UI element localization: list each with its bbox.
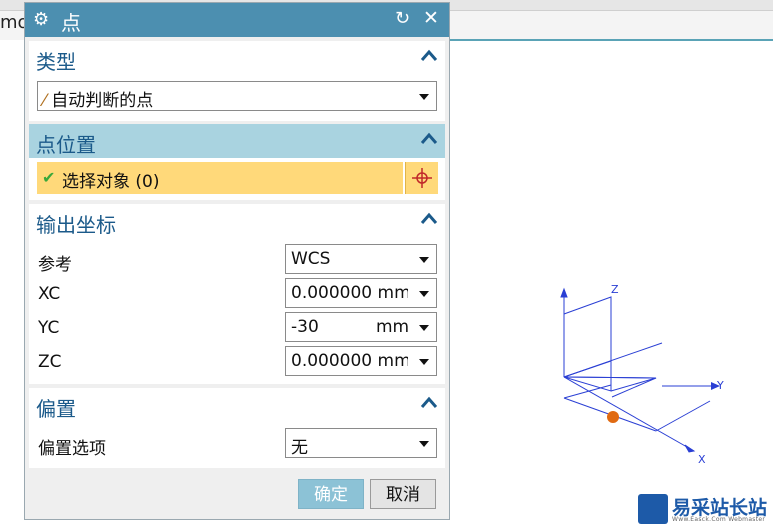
collapse-caret-icon[interactable] [419, 209, 439, 229]
select-object-label: 选择对象 (0) [62, 172, 160, 192]
offset-option-label: 偏置选项 [38, 439, 106, 459]
point-type-select[interactable]: ⁄ 自动判断的点 [37, 81, 437, 111]
gear-icon: ⚙ [33, 9, 50, 30]
dropdown-arrow-icon [419, 291, 429, 297]
section-output-coords: 输出坐标 参考 WCS XC 0.000000 mm YC -30 mm ZC … [29, 204, 445, 384]
point-type-value: 自动判断的点 [51, 91, 154, 111]
dialog-title: 点 [61, 11, 81, 35]
dropdown-arrow-icon [419, 94, 429, 100]
collapse-caret-icon[interactable] [419, 46, 439, 66]
xc-field[interactable]: 0.000000 mm [285, 278, 437, 308]
yz-plane [563, 296, 612, 378]
point-constructor-button[interactable] [405, 162, 438, 194]
zc-label: ZC [38, 352, 62, 372]
reference-value: WCS [291, 249, 331, 269]
watermark: 易采站长站 Www.Easck.Com Webmaster [638, 492, 773, 526]
section-offset-title: 偏置 [36, 397, 76, 421]
yc-value: -30 [291, 317, 319, 337]
dropdown-arrow-icon [419, 257, 429, 263]
section-type: 类型 ⁄ 自动判断的点 [29, 41, 445, 121]
collapse-caret-icon[interactable] [419, 393, 439, 413]
x-axis-line [563, 376, 695, 452]
z-axis-label: Z [611, 283, 619, 296]
dropdown-arrow-icon [419, 325, 429, 331]
section-point-location-title: 点位置 [36, 133, 96, 157]
reference-label: 参考 [38, 255, 72, 275]
offset-option-value: 无 [291, 438, 308, 458]
cancel-button[interactable]: 取消 [370, 479, 436, 509]
section-type-header[interactable]: 类型 [29, 41, 445, 75]
section-point-location-header[interactable]: 点位置 [29, 124, 445, 158]
section-output-coords-header[interactable]: 输出坐标 [29, 204, 445, 238]
select-object-row[interactable]: ✔ 选择对象 (0) [37, 162, 403, 194]
close-icon[interactable]: ✕ [423, 7, 439, 29]
dropdown-arrow-icon [419, 441, 429, 447]
yc-field[interactable]: -30 mm [285, 312, 437, 342]
z-axis-arrow [560, 287, 568, 298]
section-offset-header[interactable]: 偏置 [29, 388, 445, 422]
offset-option-select[interactable]: 无 [285, 428, 437, 458]
plane-line [563, 384, 612, 399]
zc-value: 0.000000 mm [291, 351, 411, 371]
section-output-coords-title: 输出坐标 [36, 213, 116, 237]
watermark-logo-icon [638, 494, 668, 524]
plane-line-c [655, 400, 711, 432]
point-dialog: ⚙ 点 ↻ ✕ 类型 ⁄ 自动判断的点 点位置 ✔ 选择对象 (0) 输出坐标 … [24, 2, 450, 520]
section-point-location: 点位置 ✔ 选择对象 (0) [29, 124, 445, 200]
xc-value: 0.000000 mm [291, 283, 411, 303]
point-type-icon: ⁄ [43, 91, 46, 111]
yc-unit: mm [376, 317, 410, 337]
watermark-subtext: Www.Easck.Com Webmaster [672, 516, 766, 523]
collapse-caret-icon[interactable] [419, 129, 439, 149]
y-axis-label: Y [716, 379, 724, 392]
section-offset: 偏置 偏置选项 无 [29, 388, 445, 468]
yc-label: YC [38, 318, 60, 338]
dropdown-arrow-icon [419, 359, 429, 365]
x-axis-label: X [698, 453, 706, 466]
dialog-titlebar[interactable]: ⚙ 点 ↻ ✕ [25, 3, 449, 37]
origin-point[interactable] [607, 411, 619, 423]
ok-button[interactable]: 确定 [298, 479, 364, 509]
reference-select[interactable]: WCS [285, 244, 437, 274]
section-type-title: 类型 [36, 50, 76, 74]
xc-label: XC [38, 284, 61, 304]
wcs-triad: Z Y X [560, 283, 724, 466]
zc-field[interactable]: 0.000000 mm [285, 346, 437, 376]
graphics-viewport[interactable]: Z Y X [450, 41, 773, 526]
reset-icon[interactable]: ↻ [395, 8, 410, 29]
check-icon: ✔ [42, 168, 56, 187]
crosshair-icon [412, 168, 432, 188]
x-axis-arrow [684, 444, 696, 453]
